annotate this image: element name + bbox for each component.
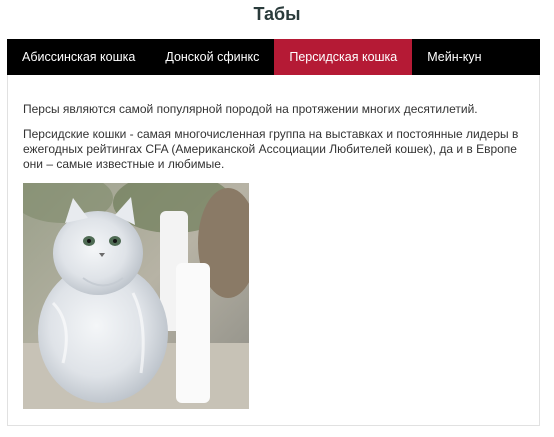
tab-abyssinian-cat[interactable]: Абиссинская кошка [7, 39, 150, 75]
page-title: Табы [253, 4, 301, 24]
content-paragraph-2: Персидские кошки - самая многочисленная … [23, 127, 519, 171]
tab-content-panel: Персы являются самой популярной породой … [7, 75, 540, 426]
tab-maine-coon[interactable]: Мейн-кун [412, 39, 496, 75]
tab-bar: Абиссинская кошка Донской сфинкс Персидс… [7, 39, 540, 75]
content-paragraph-1: Персы являются самой популярной породой … [23, 102, 478, 116]
tab-don-sphynx[interactable]: Донской сфинкс [150, 39, 274, 75]
persian-cat-image [23, 183, 249, 409]
tab-persian-cat[interactable]: Персидская кошка [274, 39, 413, 75]
